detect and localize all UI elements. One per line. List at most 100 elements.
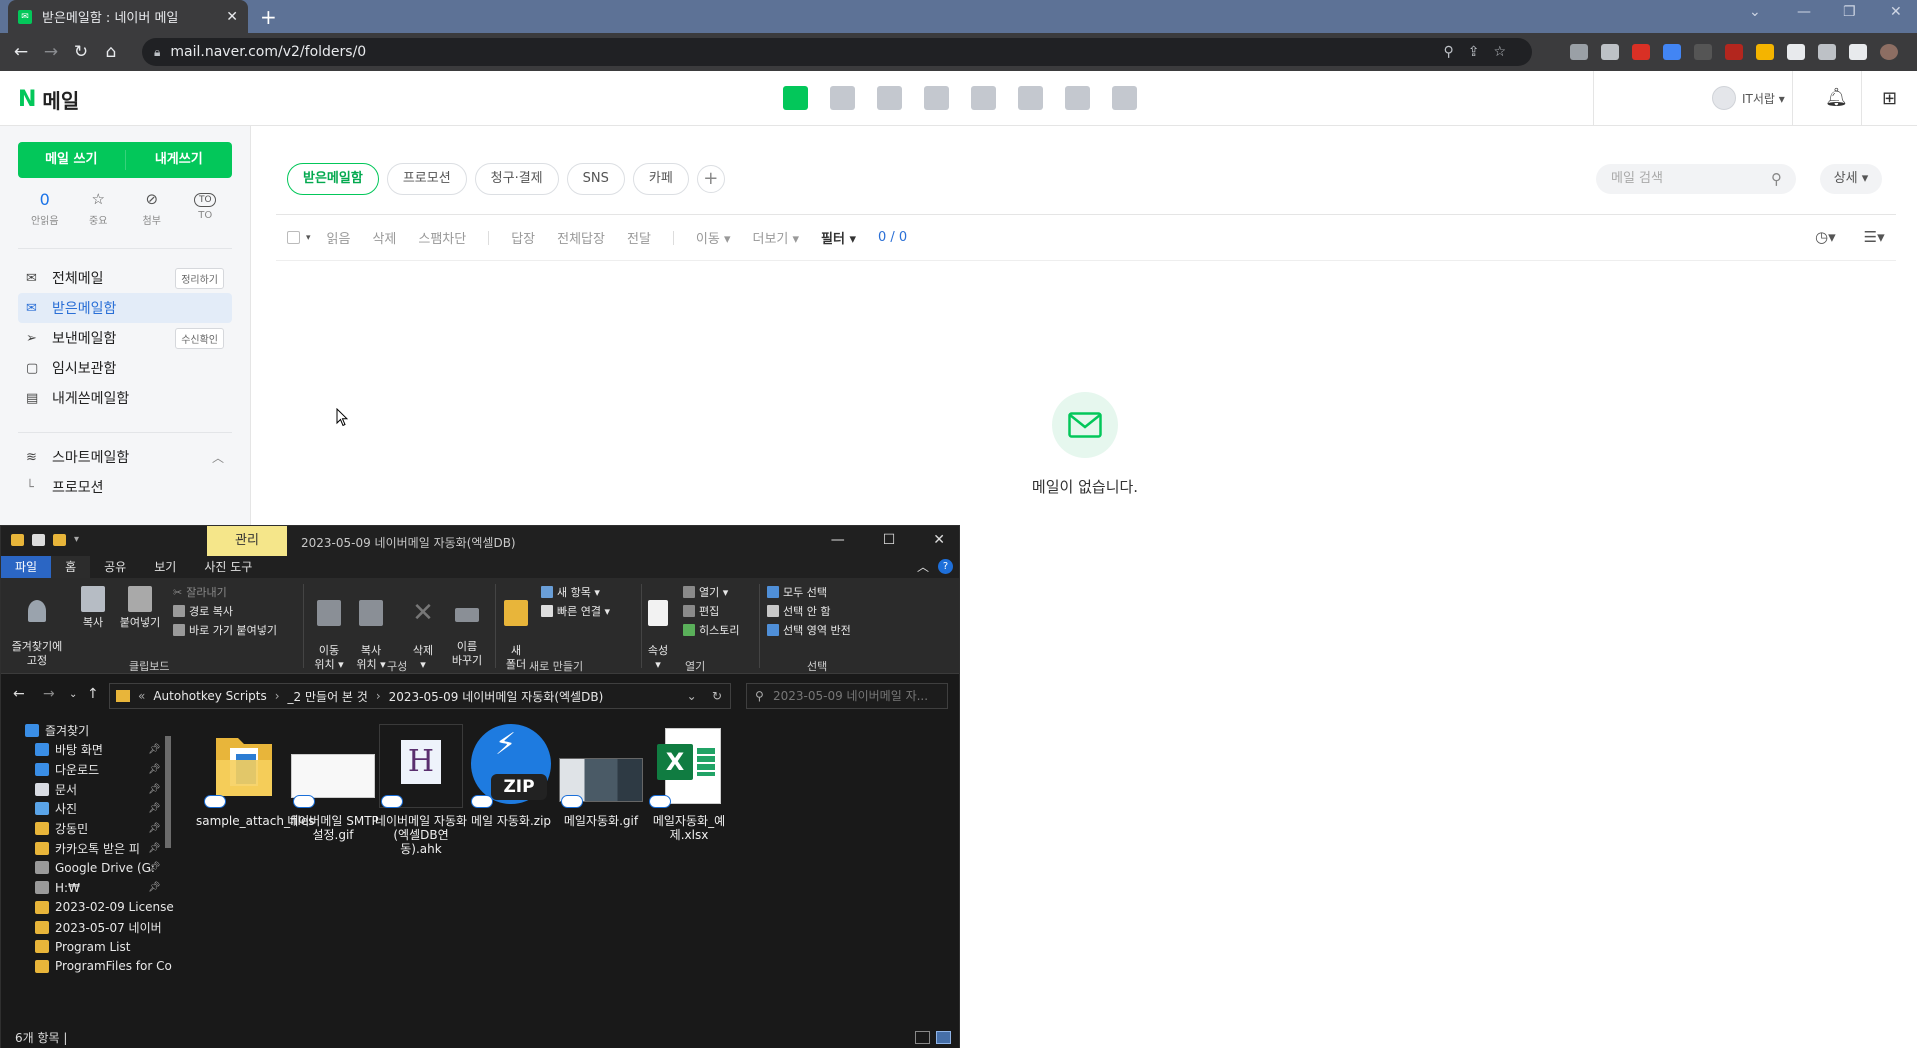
history-button[interactable]: 히스토리 [683,622,739,638]
paste-button[interactable]: 붙여넣기 [115,586,165,630]
attachment-filter[interactable]: ⊘ 첨부 [132,190,172,227]
mail-search-input[interactable]: 메일 검색 ⚲ [1596,164,1796,194]
user-menu[interactable]: IT서랍 ▾ [1712,86,1785,110]
breadcrumb[interactable]: _2 만들어 본 것 [288,688,368,705]
notion-icon[interactable] [1787,44,1805,60]
pin-icon[interactable]: 📌︎ [148,744,161,755]
forward-button[interactable]: 전달 [627,228,651,247]
properties-button[interactable]: 속성 ▾ [645,586,671,672]
list-view-icon[interactable]: ☰▾ [1864,228,1885,246]
file-item-folder[interactable]: sample_attach_files [196,724,314,828]
extension-icon[interactable] [1725,44,1743,60]
pin-icon[interactable]: 📌︎ [148,803,161,814]
address-bar[interactable]: 🔒︎ mail.naver.com/v2/folders/0 ⚲⇪☆ [142,38,1532,66]
restore-icon[interactable]: ❐ [1843,4,1856,20]
delete-button[interactable]: ✕ 삭제 ▾ [405,586,441,672]
sidebar-item-self-mail[interactable]: ▤ 내게쓴메일함 [18,383,232,413]
move-button[interactable]: 이동 ▾ [696,228,731,247]
write-to-self-button[interactable]: 내게쓰기 [126,142,233,178]
details-view-icon[interactable] [915,1031,930,1044]
browser-tab[interactable]: ✉ 받은메일함 : 네이버 메일 ✕ [8,0,248,33]
unread-filter[interactable]: 0 안읽음 [25,190,65,227]
sidebar-item-inbox[interactable]: ✉ 받은메일함 [18,293,232,323]
cut-button[interactable]: ✂ 잘라내기 [173,584,227,600]
chevron-down-icon[interactable]: ⌄ [69,689,77,700]
pin-to-quick-access-button[interactable]: 즐겨찾기에 고정 [7,586,67,668]
tab-manage[interactable]: 관리 [207,526,287,556]
tab-file[interactable]: 파일 [1,556,52,578]
detail-search-button[interactable]: 상세 ▾ [1820,164,1882,194]
explorer-search-input[interactable]: ⚲ 2023-05-09 네이버메일 자... [746,683,948,709]
close-window-icon[interactable]: ✕ [1890,4,1902,20]
tab-inbox[interactable]: 받은메일함 [287,163,379,195]
forward-icon[interactable]: → [36,42,66,62]
tab-cafe[interactable]: 카페 [632,163,689,195]
chevron-down-icon[interactable]: ▾ [74,534,79,546]
close-tab-icon[interactable]: ✕ [226,9,238,25]
mybox-icon[interactable] [971,86,996,110]
clock-sort-icon[interactable]: ◷▾ [1815,228,1836,246]
copy-to-button[interactable]: 복사 위치 ▾ [353,586,389,672]
puzzle-icon[interactable] [1818,44,1836,60]
overflow-icon[interactable]: « [138,689,145,703]
chevron-up-icon[interactable]: ︿ [212,449,224,466]
sidepanel-icon[interactable] [1849,44,1867,60]
close-icon[interactable]: ✕ [933,532,945,548]
file-item-xlsx[interactable]: X 메일자동화_예제.xlsx [641,724,737,842]
sidebar-item-smart-mailbox[interactable]: ≋ 스마트메일함 ︿ [18,442,232,472]
breadcrumb[interactable]: Autohotkey Scripts [153,689,266,703]
tab-picture-tools[interactable]: 사진 도구 [190,556,266,578]
copy-path-button[interactable]: 경로 복사 [173,603,233,619]
naver-mail-logo[interactable]: N 메일 [18,85,79,114]
sidebar-item-all-mail[interactable]: ✉ 전체메일 정리하기 [18,263,232,293]
extension-icon[interactable] [1694,44,1712,60]
office-icon[interactable] [1018,86,1043,110]
calendar-icon[interactable] [830,86,855,110]
select-none-button[interactable]: 선택 안 함 [767,603,830,619]
omnibox-actions[interactable]: ⚲⇪☆ [1443,44,1520,60]
read-receipt-badge-button[interactable]: 수신확인 [175,327,224,349]
tab-sns[interactable]: SNS [566,163,625,195]
sidebar-item-sent[interactable]: ➢ 보낸메일함 수신확인 [18,323,232,353]
minimize-icon[interactable]: — [831,532,845,548]
important-filter[interactable]: ☆ 중요 [78,190,118,227]
rename-button[interactable]: 이름 바꾸기 [447,586,487,668]
pin-icon[interactable]: 📌︎ [148,784,161,795]
memo-icon[interactable] [877,86,902,110]
mail-app-icon[interactable] [783,86,808,110]
file-item-zip[interactable]: ⚡ ZIP 메일 자동화.zip [463,724,559,828]
move-to-button[interactable]: 이동 위치 ▾ [311,586,347,672]
reload-icon[interactable]: ↻ [66,42,96,62]
filter-button[interactable]: 필터 ▾ [821,228,856,247]
pin-icon[interactable]: 📌︎ [148,823,161,834]
contacts-icon[interactable] [924,86,949,110]
chevron-down-icon[interactable]: ⌄ [1749,4,1761,20]
breadcrumb[interactable]: 2023-05-09 네이버메일 자동화(엑셀DB) [389,688,604,705]
nav-item[interactable]: ProgramFiles for Co [1,954,177,978]
tab-view[interactable]: 보기 [140,556,190,578]
help-icon[interactable]: ? [938,559,953,574]
file-item-gif[interactable]: 메일자동화.gif [553,724,649,828]
paste-shortcut-button[interactable]: 바로 가기 붙여넣기 [173,622,277,638]
chevron-down-icon[interactable]: ▾ [306,233,311,243]
up-icon[interactable]: ↑ [87,686,99,702]
open-button[interactable]: 열기 ▾ [683,584,728,600]
new-folder-icon[interactable] [53,534,66,546]
edit-button[interactable]: 편집 [683,603,719,619]
select-all-button[interactable]: 모두 선택 [767,584,827,600]
more-button[interactable]: 더보기 ▾ [752,228,799,247]
nav-scrollbar[interactable] [163,724,173,1020]
extension-icon[interactable] [1756,44,1774,60]
reply-button[interactable]: 답장 [511,228,535,247]
translate-icon[interactable] [1663,44,1681,60]
new-item-button[interactable]: 새 항목 ▾ [541,584,600,600]
sidebar-item-drafts[interactable]: ▢ 임시보관함 [18,353,232,383]
mark-read-button[interactable]: 읽음 [327,228,351,247]
home-icon[interactable]: ⌂ [96,42,126,62]
minimize-icon[interactable]: — [1797,4,1811,20]
sidebar-item-promotion[interactable]: └ 프로모션 [18,472,232,502]
copy-button[interactable]: 복사 [75,586,111,630]
bookmark-icon[interactable] [1112,86,1137,110]
camera-icon[interactable] [1601,44,1619,60]
new-folder-button[interactable]: 새 폴더 [501,586,531,672]
